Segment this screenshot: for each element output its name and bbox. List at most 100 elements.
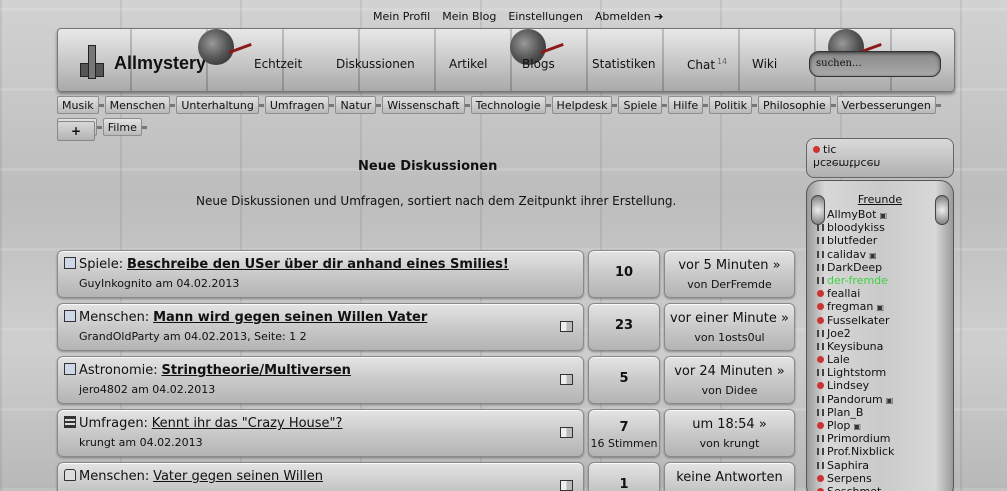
reply-count-cell: 23 (588, 303, 660, 351)
friends-title[interactable]: Freunde (807, 193, 953, 206)
online-status-icon (817, 448, 824, 456)
friend-item[interactable]: Joe2 (817, 327, 894, 340)
away-status-icon (817, 303, 824, 311)
friend-item[interactable]: Keysibuna (817, 340, 894, 353)
thread-row: Menschen: Mann wird gegen seinen Willen … (57, 303, 795, 351)
chat-icon[interactable]: ▣ (876, 303, 884, 312)
nav-blogs[interactable]: Blogs (522, 57, 555, 71)
friend-item[interactable]: AllmyBot ▣ (817, 208, 894, 221)
nav-statistiken[interactable]: Statistiken (592, 57, 656, 71)
nav-diskussionen[interactable]: Diskussionen (336, 57, 415, 71)
site-name[interactable]: Allmystery (114, 53, 206, 74)
friend-name: Plan_B (827, 405, 864, 419)
away-status-icon (817, 382, 824, 390)
last-post-link[interactable]: keine Antworten (665, 470, 794, 485)
nav-artikel[interactable]: Artikel (449, 57, 487, 71)
friend-item[interactable]: fregman ▣ (817, 300, 894, 313)
pages-icon[interactable] (560, 374, 573, 385)
nav-wiki[interactable]: Wiki (752, 57, 777, 71)
friend-item[interactable]: blutfeder (817, 234, 894, 247)
category-verbesserungen[interactable]: Verbesserungen (836, 96, 941, 114)
pages-icon[interactable] (560, 427, 573, 438)
friend-item[interactable]: Serpens (817, 472, 894, 485)
pages-icon[interactable] (560, 480, 573, 491)
chat-count-badge: 14 (717, 57, 728, 66)
away-status-icon (817, 290, 824, 298)
last-post-cell: vor einer Minute » von 1osts0ul (664, 303, 795, 351)
last-post-link[interactable]: vor 5 Minuten » (665, 258, 794, 273)
thread-title-link[interactable]: Stringtheorie/Multiversen (161, 363, 350, 378)
last-post-author: von krungt (699, 437, 760, 450)
friend-item[interactable]: Primordium (817, 432, 894, 445)
thread-title-link[interactable]: Mann wird gegen seinen Willen Vater (153, 310, 427, 325)
top-links: Mein Profil Mein Blog Einstellungen Abme… (373, 10, 663, 23)
online-status-icon (817, 224, 824, 232)
category-hilfe[interactable]: Hilfe (668, 96, 709, 114)
category-filme[interactable]: Filme (102, 118, 148, 136)
category-musik[interactable]: Musik (57, 96, 104, 114)
friend-item[interactable]: Prof.Nixblick (817, 445, 894, 458)
friend-item[interactable]: Lale (817, 353, 894, 366)
status-line[interactable]: tic (813, 143, 947, 156)
new-thread-icon (64, 310, 76, 322)
logo-icon[interactable] (80, 41, 106, 79)
chat-icon[interactable]: ▣ (853, 422, 861, 431)
friend-item[interactable]: Saphira (817, 459, 894, 472)
thread-row: Umfragen: Kennt ihr das "Crazy House"? kr… (57, 409, 795, 457)
friend-item[interactable]: der-fremde (817, 274, 894, 287)
friend-item[interactable]: Plan_B (817, 406, 894, 419)
thread-main: Menschen: Mann wird gegen seinen Willen … (57, 303, 584, 351)
last-post-link[interactable]: um 18:54 » (665, 417, 794, 432)
reply-count: 23 (614, 318, 634, 333)
last-post-author: von Didee (701, 384, 758, 397)
link-my-blog[interactable]: Mein Blog (442, 10, 496, 23)
thread-row: Astronomie: Stringtheorie/Multiversen jer… (57, 356, 795, 404)
category-politik[interactable]: Politik (709, 96, 757, 114)
link-logout[interactable]: Abmelden ➔ (595, 10, 663, 23)
add-category-button[interactable]: + (57, 121, 95, 141)
bot-status-icon (817, 211, 824, 218)
friend-item[interactable]: Fusselkater (817, 314, 894, 327)
link-settings[interactable]: Einstellungen (508, 10, 583, 23)
reply-count: 5 (619, 371, 629, 386)
friend-name: Lightstorm (827, 366, 887, 380)
friend-name: Pandorum (827, 392, 883, 406)
nav-echtzeit[interactable]: Echtzeit (254, 57, 302, 71)
friend-item[interactable]: feallai (817, 287, 894, 300)
thread-category: Umfragen: (79, 416, 148, 431)
category-unterhaltung[interactable]: Unterhaltung (176, 96, 265, 114)
last-post-link[interactable]: vor 24 Minuten » (665, 364, 794, 379)
friend-item[interactable]: calidav ▣ (817, 248, 894, 261)
pages-icon[interactable] (560, 321, 573, 332)
category-technologie[interactable]: Technologie (470, 96, 551, 114)
friend-item[interactable]: DarkDeep (817, 261, 894, 274)
chat-icon[interactable]: ▣ (869, 251, 877, 260)
category-natur[interactable]: Natur (335, 96, 381, 114)
friend-item[interactable]: Pandorum ▣ (817, 393, 894, 406)
reply-count: 1 (619, 477, 629, 491)
category-philosophie[interactable]: Philosophie (757, 96, 836, 114)
thread-title-link[interactable]: Vater gegen seinen Willen (153, 469, 323, 484)
friend-item[interactable]: bloodykiss (817, 221, 894, 234)
friend-item[interactable]: Seschmet (817, 485, 894, 491)
link-my-profile[interactable]: Mein Profil (373, 10, 430, 23)
category-helpdesk[interactable]: Helpdesk (551, 96, 618, 114)
search-input[interactable]: suchen... (809, 51, 941, 77)
category-menschen[interactable]: Menschen (104, 96, 176, 114)
thread-meta: jero4802 am 04.02.2013 (79, 383, 216, 396)
friend-item[interactable]: Plop ▣ (817, 419, 894, 432)
nav-chat[interactable]: Chat 14 (687, 57, 727, 72)
thread-title-link[interactable]: Beschreibe den USer über dir anhand eine… (127, 257, 509, 272)
friend-name: Fusselkater (827, 313, 890, 327)
chat-icon[interactable]: ▣ (886, 396, 894, 405)
friend-item[interactable]: Lindsey (817, 379, 894, 392)
friend-name: Serpens (827, 471, 872, 485)
friend-item[interactable]: Lightstorm (817, 366, 894, 379)
last-post-link[interactable]: vor einer Minute » (665, 311, 794, 326)
category-wissenschaft[interactable]: Wissenschaft (382, 96, 471, 114)
category-spiele[interactable]: Spiele (618, 96, 667, 114)
chat-icon[interactable]: ▣ (879, 211, 887, 220)
thread-title-link[interactable]: Kennt ihr das "Crazy House"? (152, 416, 343, 431)
category-umfragen[interactable]: Umfragen (264, 96, 335, 114)
thread-meta: krungt am 04.02.2013 (79, 436, 203, 449)
